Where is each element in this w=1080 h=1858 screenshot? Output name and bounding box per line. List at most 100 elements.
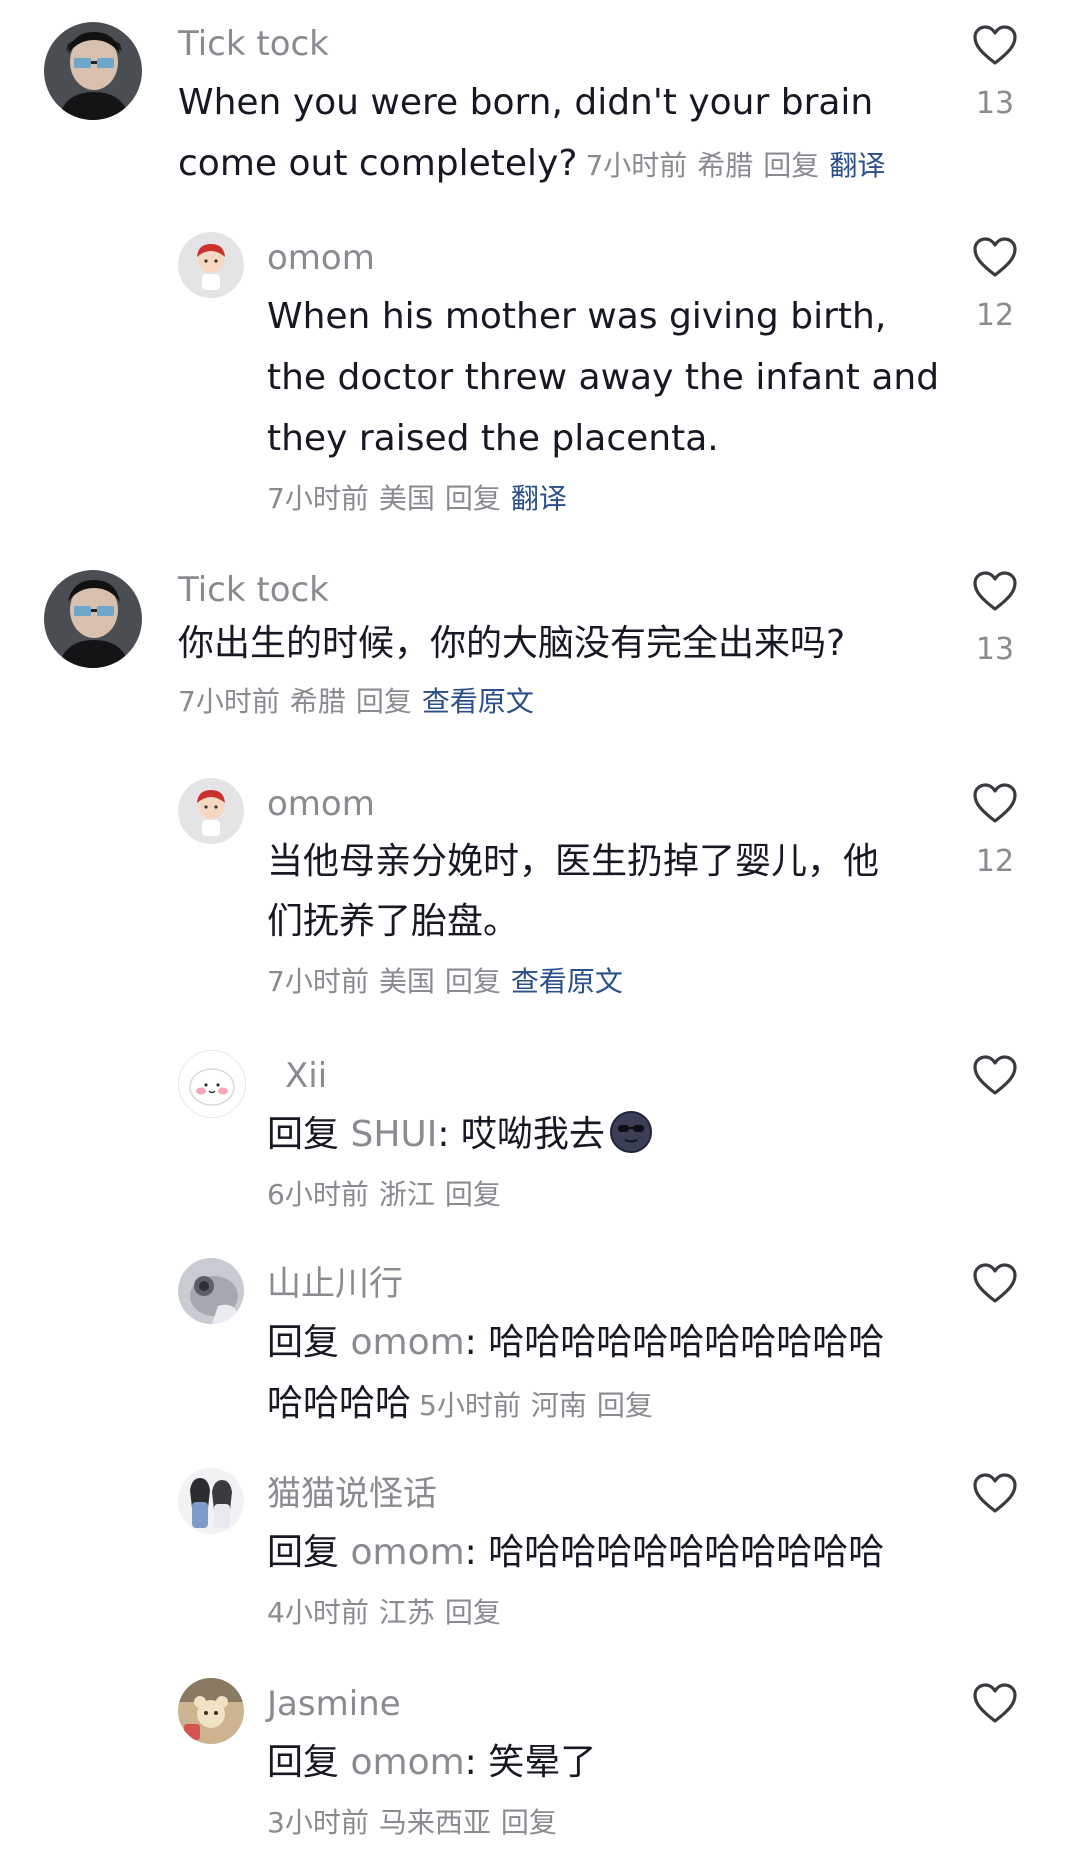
comment-meta: 7小时前 希腊 回复 查看原文: [178, 682, 938, 722]
like-count: 12: [975, 298, 1015, 333]
comment-meta: 7小时前 希腊 回复 翻译: [585, 149, 895, 182]
reply-prefix: 回复: [267, 1322, 340, 1363]
comment-text-line: : 笑晕了: [464, 1742, 597, 1783]
reply-prefix: 回复: [267, 1114, 340, 1155]
avatar[interactable]: [178, 1050, 246, 1118]
comment-username[interactable]: Xii: [267, 1054, 947, 1098]
comment-location: 浙江: [378, 1178, 435, 1211]
reply-target-user[interactable]: SHUI: [350, 1114, 437, 1155]
comment-location: 美国: [378, 965, 435, 998]
comment-meta: 7小时前 美国 回复 查看原文: [267, 962, 947, 1002]
reply-target-user[interactable]: omom: [350, 1322, 464, 1363]
comment-username[interactable]: Tick tock: [178, 568, 938, 612]
comment-text: When you were born, didn't your brain co…: [178, 72, 938, 196]
comment-time: 3小时前: [267, 1806, 369, 1839]
translate-button[interactable]: 翻译: [511, 482, 567, 515]
comment-location: 美国: [378, 482, 435, 515]
reply-button[interactable]: 回复: [445, 965, 501, 998]
comment-text: 回复 SHUI: 哎呦我去: [267, 1104, 947, 1165]
comment-time: 7小时前: [267, 482, 369, 515]
comment-text: 回复 omom: 哈哈哈哈哈哈哈哈哈哈哈: [267, 1522, 947, 1583]
reply-button[interactable]: 回复: [445, 1596, 501, 1629]
comment-time: 7小时前: [178, 685, 280, 718]
comment-username[interactable]: 猫猫说怪话: [267, 1472, 947, 1516]
comment-location: 江苏: [378, 1596, 435, 1629]
comment-meta: 7小时前 美国 回复 翻译: [267, 479, 947, 519]
avatar[interactable]: [178, 1468, 244, 1534]
heart-icon[interactable]: [972, 24, 1018, 66]
comment-text: 你出生的时候，你的大脑没有完全出来吗?: [178, 623, 846, 664]
comment-time: 7小时前: [267, 965, 369, 998]
reply-target-user[interactable]: omom: [350, 1742, 464, 1783]
comment-text: 回复 omom: 笑晕了: [267, 1732, 947, 1793]
comment-text-line: 哈哈哈哈: [267, 1383, 412, 1424]
view-original-button[interactable]: 查看原文: [511, 965, 623, 998]
like-count: 13: [975, 86, 1015, 121]
avatar[interactable]: [44, 22, 142, 120]
comment-username[interactable]: Jasmine: [267, 1682, 947, 1726]
like-control: 12: [950, 782, 1040, 882]
reply-prefix: 回复: [267, 1532, 340, 1573]
comment-meta: 6小时前 浙江 回复: [267, 1175, 947, 1215]
like-control: [950, 1054, 1040, 1096]
comment-text-line: : 哈哈哈哈哈哈哈哈哈哈哈: [464, 1322, 885, 1363]
like-count: 12: [975, 844, 1015, 879]
comment-meta: 3小时前 马来西亚 回复: [267, 1803, 947, 1843]
reply-button[interactable]: 回复: [356, 685, 412, 718]
like-control: 13: [950, 570, 1040, 670]
comment-location: 马来西亚: [378, 1806, 491, 1839]
heart-icon[interactable]: [972, 236, 1018, 278]
comment-text-line: : 哈哈哈哈哈哈哈哈哈哈哈: [464, 1532, 885, 1573]
comment-text-line: the doctor threw away the infant and: [267, 357, 940, 398]
like-control: 13: [950, 24, 1040, 124]
reply-button[interactable]: 回复: [445, 1178, 501, 1211]
avatar[interactable]: [178, 232, 244, 298]
avatar[interactable]: [178, 1678, 244, 1744]
comment-time: 4小时前: [267, 1596, 369, 1629]
like-control: [950, 1472, 1040, 1514]
reply-button[interactable]: 回复: [597, 1389, 653, 1422]
heart-icon[interactable]: [972, 1682, 1018, 1724]
heart-icon[interactable]: [972, 1054, 1018, 1096]
comment-text-line: 当他母亲分娩时，医生扔掉了婴儿，他: [267, 841, 880, 882]
comment-meta: 5小时前 河南 回复: [419, 1389, 663, 1422]
comment-username[interactable]: 山止川行: [267, 1262, 947, 1306]
comment-text: When his mother was giving birth, the do…: [267, 286, 947, 469]
comment-meta: 4小时前 江苏 回复: [267, 1593, 947, 1633]
view-original-button[interactable]: 查看原文: [422, 685, 534, 718]
comment-text-line: When his mother was giving birth,: [267, 296, 887, 337]
reply-prefix: 回复: [267, 1742, 340, 1783]
reply-button[interactable]: 回复: [501, 1806, 557, 1839]
comment-text-line: come out completely?: [178, 143, 578, 184]
translate-button[interactable]: 翻译: [829, 149, 885, 182]
comment-text-line: 们抚养了胎盘。: [267, 901, 520, 942]
comment-text-line: they raised the placenta.: [267, 418, 719, 459]
reply-button[interactable]: 回复: [445, 482, 501, 515]
comment-time: 6小时前: [267, 1178, 369, 1211]
reply-button[interactable]: 回复: [763, 149, 819, 182]
like-control: 12: [950, 236, 1040, 336]
sunglasses-moon-emoji: [609, 1110, 653, 1154]
avatar[interactable]: [178, 778, 244, 844]
comment-text: 回复 omom: 哈哈哈哈哈哈哈哈哈哈哈 哈哈哈哈 5小时前 河南 回复: [267, 1312, 947, 1436]
comment-username[interactable]: Tick tock: [178, 22, 938, 66]
comment-location: 希腊: [289, 685, 346, 718]
heart-icon[interactable]: [972, 1262, 1018, 1304]
comment-username[interactable]: omom: [267, 236, 947, 280]
comment-username[interactable]: omom: [267, 782, 947, 826]
avatar[interactable]: [178, 1258, 244, 1324]
like-control: [950, 1262, 1040, 1304]
comment-location: 河南: [530, 1389, 587, 1422]
reply-target-user[interactable]: omom: [350, 1532, 464, 1573]
comment-time: 7小时前: [585, 149, 688, 182]
avatar[interactable]: [44, 570, 142, 668]
like-count: 13: [975, 632, 1015, 667]
comment-text-line: When you were born, didn't your brain: [178, 82, 874, 123]
like-control: [950, 1682, 1040, 1724]
comment-time: 5小时前: [419, 1389, 521, 1422]
comment-text: 当他母亲分娩时，医生扔掉了婴儿，他 们抚养了胎盘。: [267, 832, 947, 952]
heart-icon[interactable]: [972, 570, 1018, 612]
heart-icon[interactable]: [972, 1472, 1018, 1514]
heart-icon[interactable]: [972, 782, 1018, 824]
comment-location: 希腊: [697, 149, 754, 182]
